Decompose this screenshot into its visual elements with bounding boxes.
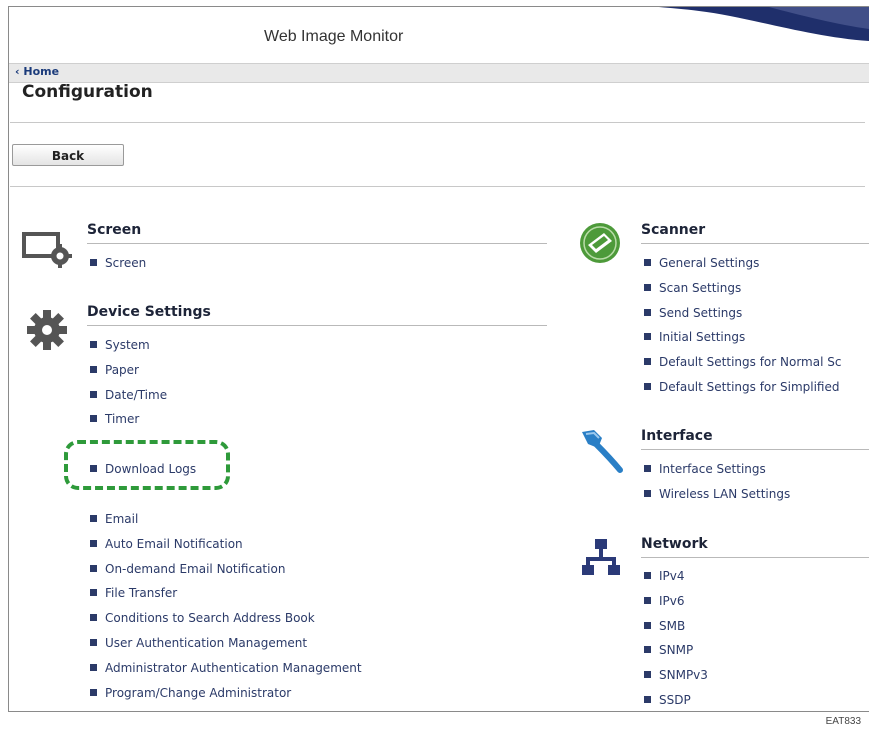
list-item[interactable]: Timer — [90, 412, 167, 437]
bullet-icon — [90, 589, 97, 597]
interface-section-heading: Interface — [641, 428, 713, 444]
bullet-icon — [90, 341, 97, 348]
network-icon — [580, 537, 622, 583]
list-item[interactable]: Conditions to Search Address Book — [90, 611, 362, 636]
list-item[interactable]: Default Settings for Normal Sc — [644, 355, 841, 380]
bullet-icon — [644, 646, 651, 654]
bullet-icon — [644, 695, 651, 703]
list-item[interactable]: Auto Email Notification — [90, 537, 362, 562]
title-bar: Web Image Monitor — [9, 7, 869, 63]
scanner-link-list: General Settings Scan Settings Send Sett… — [644, 256, 841, 405]
bullet-icon — [90, 539, 97, 547]
cable-icon — [578, 428, 626, 478]
scanner-section-heading: Scanner — [641, 222, 706, 238]
app-title: Web Image Monitor — [264, 28, 404, 45]
gear-icon — [25, 308, 69, 356]
bullet-icon — [644, 333, 651, 341]
list-item[interactable]: SNMP — [644, 643, 708, 668]
list-item[interactable]: Screen — [90, 256, 146, 281]
interface-link-list: Interface Settings Wireless LAN Settings — [644, 462, 790, 512]
list-item[interactable]: Initial Settings — [644, 330, 841, 355]
list-item[interactable]: SNMPv3 — [644, 668, 708, 693]
list-item[interactable]: Interface Settings — [644, 462, 790, 487]
list-item[interactable]: SSDP — [644, 693, 708, 718]
bullet-icon — [644, 489, 651, 497]
bullet-icon — [90, 365, 97, 373]
list-item[interactable]: IPv4 — [644, 569, 708, 594]
list-item[interactable]: Wireless LAN Settings — [644, 487, 790, 512]
list-item[interactable]: Program/Change Administrator — [90, 686, 362, 711]
bullet-icon — [90, 259, 97, 266]
download-logs-link[interactable]: Download Logs — [90, 462, 196, 487]
list-item[interactable]: System — [90, 338, 167, 363]
device-settings-section-divider — [87, 325, 547, 326]
list-item[interactable]: SMB — [644, 619, 708, 644]
bullet-icon — [90, 688, 97, 696]
network-section-heading: Network — [641, 536, 708, 552]
device-link-list: System Paper Date/Time Timer — [90, 338, 167, 437]
list-item[interactable]: Send Settings — [644, 306, 841, 331]
bullet-icon — [90, 415, 97, 423]
bullet-icon — [644, 572, 651, 579]
bullet-icon — [644, 671, 651, 679]
screen-section-heading: Screen — [87, 222, 142, 238]
bullet-icon — [644, 465, 651, 472]
device-link-list-continued: Email Auto Email Notification On-demand … — [90, 512, 362, 710]
list-item[interactable]: On-demand Email Notification — [90, 562, 362, 587]
back-button[interactable]: Back — [12, 144, 124, 166]
home-link-label[interactable]: Home — [23, 65, 59, 78]
bullet-icon — [90, 663, 97, 671]
list-item[interactable]: Default Settings for Simplified — [644, 380, 841, 405]
bullet-icon — [90, 638, 97, 646]
page-title: Configuration — [22, 82, 153, 102]
bullet-icon — [90, 564, 97, 572]
bullet-icon — [644, 358, 651, 366]
device-settings-section-heading: Device Settings — [87, 304, 211, 320]
list-item[interactable]: User Authentication Management — [90, 636, 362, 661]
figure-code: EAT833 — [825, 716, 861, 727]
bullet-icon — [90, 515, 97, 522]
bullet-icon — [644, 308, 651, 316]
bullet-icon — [90, 614, 97, 622]
screen-link-list: Screen — [90, 256, 146, 281]
bullet-icon — [644, 621, 651, 629]
network-section-divider — [641, 557, 869, 558]
bullet-icon — [644, 259, 651, 266]
list-item[interactable]: IPv6 — [644, 594, 708, 619]
list-item[interactable]: Date/Time — [90, 388, 167, 413]
list-item[interactable]: Administrator Authentication Management — [90, 661, 362, 686]
toolbar-divider — [10, 186, 865, 187]
list-item[interactable]: File Transfer — [90, 586, 362, 611]
list-item[interactable]: Scan Settings — [644, 281, 841, 306]
bullet-icon — [90, 390, 97, 398]
screen-section-divider — [87, 243, 547, 244]
title-divider — [10, 122, 865, 123]
list-item[interactable]: Email — [90, 512, 362, 537]
bullet-icon — [644, 596, 651, 604]
list-item[interactable]: Paper — [90, 363, 167, 388]
list-item[interactable]: General Settings — [644, 256, 841, 281]
bullet-icon — [644, 283, 651, 291]
home-link[interactable]: ‹ Home — [15, 65, 59, 78]
header-wave-decoration — [659, 7, 869, 41]
bullet-icon — [644, 382, 651, 390]
scanner-icon — [578, 221, 622, 269]
breadcrumb: ‹ Home — [9, 63, 869, 83]
download-logs-list: Download Logs — [90, 462, 196, 487]
monitor-gear-icon — [22, 230, 72, 272]
interface-section-divider — [641, 449, 869, 450]
scanner-section-divider — [641, 243, 869, 244]
bullet-icon — [90, 465, 97, 472]
network-link-list: IPv4 IPv6 SMB SNMP SNMPv3 SSDP — [644, 569, 708, 718]
